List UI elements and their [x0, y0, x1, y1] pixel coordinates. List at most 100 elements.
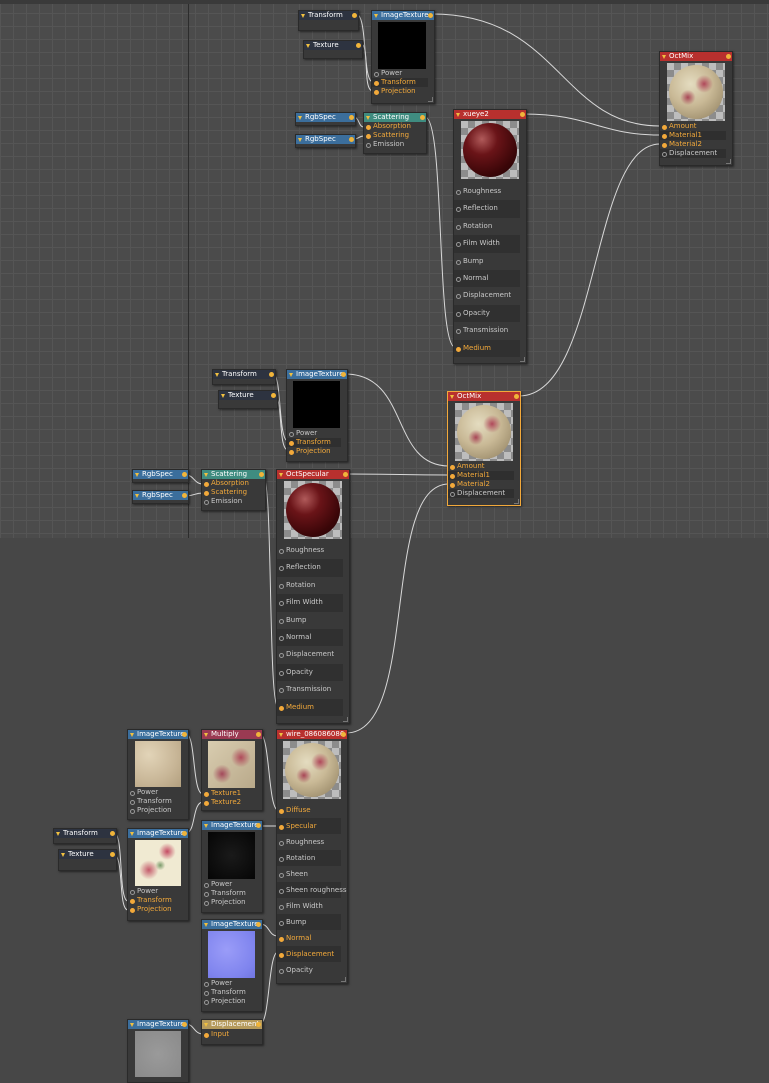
pin-projection[interactable]: Projection: [202, 997, 262, 1006]
pin-displacement[interactable]: Displacement: [454, 287, 526, 304]
output-pin[interactable]: [349, 115, 354, 120]
pin-scattering[interactable]: Scattering: [364, 131, 426, 140]
pin-power[interactable]: Power: [128, 788, 188, 797]
pin-transform[interactable]: Transform: [287, 438, 341, 447]
transform-node[interactable]: Transform: [212, 369, 276, 385]
pin-medium[interactable]: Medium: [277, 698, 343, 716]
pin-roughness[interactable]: Roughness: [277, 834, 347, 850]
texture-node[interactable]: Texture: [218, 390, 278, 409]
pin-material2[interactable]: Material2: [448, 480, 520, 489]
texture-node[interactable]: Texture: [303, 40, 363, 59]
pin-power[interactable]: Power: [202, 979, 262, 988]
pin-normal[interactable]: Normal: [454, 269, 520, 288]
pin-reflection[interactable]: Reflection: [454, 200, 520, 218]
pin-displacement[interactable]: Displacement: [277, 646, 349, 663]
pin-film-width[interactable]: Film Width: [454, 235, 520, 253]
pin-projection[interactable]: Projection: [202, 898, 262, 907]
scattering-node[interactable]: Scattering Absorption Scattering Emissio…: [201, 469, 266, 511]
multiply-node[interactable]: Multiply Texture1 Texture2: [201, 729, 263, 811]
pin-roughness[interactable]: Roughness: [277, 542, 349, 559]
output-pin[interactable]: [343, 472, 348, 477]
pin-scattering[interactable]: Scattering: [202, 488, 265, 497]
texture-node[interactable]: Texture: [58, 849, 117, 871]
pin-bump[interactable]: Bump: [454, 253, 526, 270]
pin-specular[interactable]: Specular: [277, 818, 341, 834]
material-node-wire[interactable]: wire_086086086 Diffuse Specular Roughnes…: [276, 729, 348, 984]
octmix-node-top[interactable]: OctMix Amount Material1 Material2 Displa…: [659, 51, 733, 166]
pin-rotation[interactable]: Rotation: [277, 577, 349, 594]
output-pin[interactable]: [341, 372, 346, 377]
pin-power[interactable]: Power: [287, 429, 347, 438]
pin-absorption[interactable]: Absorption: [364, 122, 426, 131]
rgbspec-node[interactable]: RgbSpec: [132, 469, 189, 483]
pin-transform[interactable]: Transform: [128, 797, 188, 806]
material-node-xueye2[interactable]: xueye2 Roughness Reflection Rotation Fil…: [453, 109, 527, 364]
image-texture-node[interactable]: ImageTexture: [127, 1019, 189, 1083]
pin-medium[interactable]: Medium: [454, 339, 520, 357]
output-pin[interactable]: [356, 43, 361, 48]
image-texture-node[interactable]: ImageTexture Power Transform Projection: [286, 369, 348, 462]
output-pin[interactable]: [341, 732, 346, 737]
rgbspec-node[interactable]: RgbSpec: [295, 134, 356, 148]
rgbspec-node[interactable]: RgbSpec: [295, 112, 356, 126]
image-texture-node[interactable]: ImageTexture Power Transform Projection: [201, 919, 263, 1012]
output-pin[interactable]: [256, 1022, 261, 1027]
pin-film-width[interactable]: Film Width: [277, 898, 347, 914]
pin-sheen[interactable]: Sheen: [277, 866, 347, 882]
resize-handle[interactable]: [343, 717, 348, 722]
output-pin[interactable]: [256, 823, 261, 828]
pin-emission[interactable]: Emission: [364, 140, 426, 149]
octspecular-node[interactable]: OctSpecular Roughness Reflection Rotatio…: [276, 469, 350, 724]
resize-handle[interactable]: [341, 977, 346, 982]
output-pin[interactable]: [726, 54, 731, 59]
pin-transform[interactable]: Transform: [128, 896, 188, 905]
pin-film-width[interactable]: Film Width: [277, 594, 343, 612]
pin-texture2[interactable]: Texture2: [202, 798, 262, 807]
rgbspec-node[interactable]: RgbSpec: [132, 490, 189, 504]
output-pin[interactable]: [520, 112, 525, 117]
image-texture-node[interactable]: ImageTexture Power Transform Projection: [201, 820, 263, 913]
pin-amount[interactable]: Amount: [448, 462, 520, 471]
pin-power[interactable]: Power: [202, 880, 262, 889]
pin-displacement[interactable]: Displacement: [448, 489, 514, 498]
pin-projection[interactable]: Projection: [128, 905, 188, 914]
transform-node[interactable]: Transform: [298, 10, 359, 31]
output-pin[interactable]: [182, 493, 187, 498]
pin-transform[interactable]: Transform: [372, 78, 428, 87]
output-pin[interactable]: [182, 1022, 187, 1027]
output-pin[interactable]: [256, 732, 261, 737]
pin-input[interactable]: Input: [202, 1030, 262, 1039]
pin-projection[interactable]: Projection: [128, 806, 188, 815]
pin-bump[interactable]: Bump: [277, 612, 349, 629]
output-pin[interactable]: [182, 831, 187, 836]
pin-absorption[interactable]: Absorption: [202, 479, 265, 488]
pin-transmission[interactable]: Transmission: [277, 681, 349, 698]
output-pin[interactable]: [352, 13, 357, 18]
output-pin[interactable]: [182, 472, 187, 477]
image-texture-node[interactable]: ImageTexture Power Transform Projection: [371, 10, 435, 104]
pin-normal[interactable]: Normal: [277, 628, 343, 647]
output-pin[interactable]: [269, 372, 274, 377]
displacement-node[interactable]: Displacement Input: [201, 1019, 263, 1045]
pin-projection[interactable]: Projection: [372, 87, 434, 96]
resize-handle[interactable]: [520, 357, 525, 362]
transform-node[interactable]: Transform: [53, 828, 117, 844]
output-pin[interactable]: [259, 472, 264, 477]
pin-material2[interactable]: Material2: [660, 140, 732, 149]
pin-material1[interactable]: Material1: [448, 471, 514, 480]
pin-normal[interactable]: Normal: [277, 930, 347, 946]
output-pin[interactable]: [420, 115, 425, 120]
pin-displacement[interactable]: Displacement: [660, 149, 726, 158]
pin-sheen-roughness[interactable]: Sheen roughness: [277, 882, 347, 898]
pin-transform[interactable]: Transform: [202, 889, 262, 898]
pin-material1[interactable]: Material1: [660, 131, 726, 140]
output-pin[interactable]: [514, 394, 519, 399]
pin-opacity[interactable]: Opacity: [277, 962, 347, 978]
pin-amount[interactable]: Amount: [660, 122, 732, 131]
scattering-node[interactable]: Scattering Absorption Scattering Emissio…: [363, 112, 427, 154]
output-pin[interactable]: [256, 922, 261, 927]
resize-handle[interactable]: [514, 499, 519, 504]
octmix-node-selected[interactable]: OctMix Amount Material1 Material2 Displa…: [447, 391, 521, 506]
pin-power[interactable]: Power: [372, 69, 434, 78]
pin-rotation[interactable]: Rotation: [277, 850, 341, 866]
